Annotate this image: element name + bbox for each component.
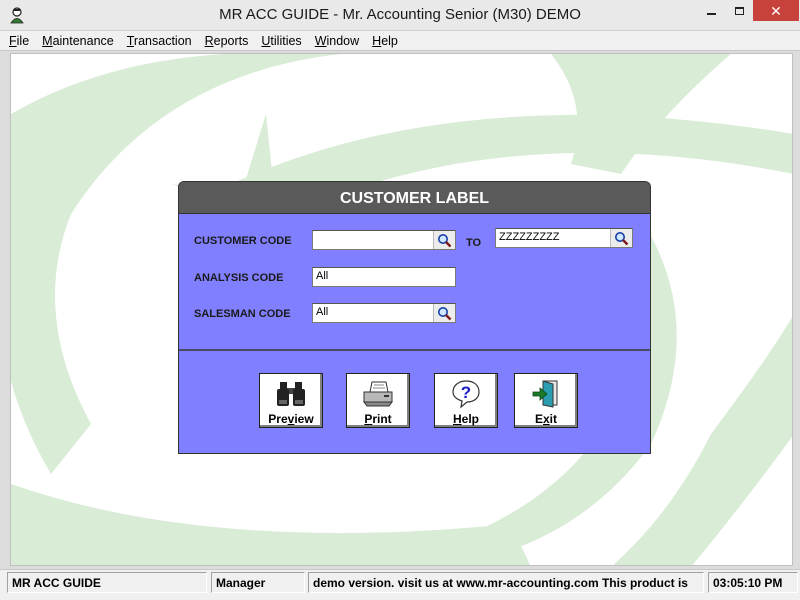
- preview-label: Preview: [268, 412, 314, 426]
- minimize-button[interactable]: [697, 0, 725, 21]
- salesman-code-value: All: [316, 306, 329, 318]
- menu-accel: R: [204, 33, 214, 48]
- magnifier-icon: [438, 306, 452, 320]
- analysis-code-field[interactable]: All: [312, 267, 456, 287]
- help-icon: ?: [452, 380, 480, 409]
- close-icon: ✕: [770, 2, 782, 19]
- salesman-code-label: SALESMAN CODE: [194, 308, 291, 320]
- customer-code-to-field[interactable]: ZZZZZZZZZ: [495, 228, 633, 248]
- analysis-code-label: ANALYSIS CODE: [194, 272, 284, 284]
- dialog-title: CUSTOMER LABEL: [179, 182, 650, 214]
- menu-label: elp: [381, 33, 398, 48]
- close-button[interactable]: ✕: [753, 0, 799, 21]
- salesman-code-field[interactable]: All: [312, 303, 456, 323]
- menu-bar: File Maintenance Transaction Reports Uti…: [0, 31, 800, 51]
- menu-utilities[interactable]: Utilities: [261, 34, 301, 48]
- menu-maintenance[interactable]: Maintenance: [42, 34, 114, 48]
- print-label: Print: [364, 412, 392, 426]
- window-title: MR ACC GUIDE - Mr. Accounting Senior (M3…: [219, 6, 581, 23]
- menu-help[interactable]: Help: [372, 34, 398, 48]
- print-button[interactable]: Print: [346, 373, 410, 428]
- menu-accel: M: [42, 33, 53, 48]
- exit-label: Exit: [534, 412, 558, 426]
- menu-file[interactable]: File: [9, 34, 29, 48]
- magnifier-icon: [615, 231, 629, 245]
- magnifier-icon: [438, 233, 452, 247]
- customer-label-dialog: CUSTOMER LABEL CUSTOMER CODE TO ZZZZZZZZ…: [178, 181, 651, 454]
- customer-code-from-field[interactable]: [312, 230, 456, 250]
- exit-door-icon: [532, 380, 558, 408]
- customer-code-label: CUSTOMER CODE: [194, 235, 292, 247]
- customer-code-to-lookup-button[interactable]: [610, 229, 632, 247]
- menu-label: ransaction: [133, 33, 192, 48]
- menu-label: indow: [326, 33, 360, 48]
- to-label: TO: [466, 237, 482, 249]
- menu-label: eports: [213, 33, 249, 48]
- menu-label: ile: [16, 33, 30, 48]
- svg-text:?: ?: [461, 383, 471, 402]
- maximize-button[interactable]: [725, 0, 753, 21]
- status-message: demo version. visit us at www.mr-account…: [308, 572, 704, 593]
- binoculars-icon: [277, 382, 305, 406]
- customer-code-from-lookup-button[interactable]: [433, 231, 455, 249]
- status-bar: MR ACC GUIDE Manager demo version. visit…: [0, 569, 800, 600]
- maximize-icon: [734, 6, 744, 15]
- help-label: Help: [452, 412, 479, 426]
- salesman-code-lookup-button[interactable]: [433, 304, 455, 322]
- status-clock: 03:05:10 PM: [708, 572, 798, 593]
- menu-window[interactable]: Window: [315, 34, 359, 48]
- menu-accel: F: [9, 33, 17, 48]
- status-user: Manager: [211, 572, 305, 593]
- analysis-code-value: All: [316, 270, 329, 282]
- customer-code-to-value: ZZZZZZZZZ: [499, 231, 560, 243]
- menu-label: aintenance: [52, 33, 114, 48]
- menu-reports[interactable]: Reports: [205, 34, 249, 48]
- menu-transaction[interactable]: Transaction: [127, 34, 192, 48]
- minimize-icon: [706, 12, 716, 15]
- help-button[interactable]: ? Help: [434, 373, 498, 428]
- status-app-name: MR ACC GUIDE: [7, 572, 207, 593]
- exit-button[interactable]: Exit: [514, 373, 578, 428]
- menu-accel: H: [372, 33, 382, 48]
- menu-accel: T: [126, 33, 134, 48]
- title-bar[interactable]: MR ACC GUIDE - Mr. Accounting Senior (M3…: [0, 0, 800, 31]
- preview-button[interactable]: Preview: [259, 373, 323, 428]
- dialog-separator: [179, 349, 650, 351]
- menu-accel: W: [314, 33, 327, 48]
- printer-icon: [363, 381, 393, 407]
- customer-code-from-input[interactable]: [316, 233, 452, 245]
- menu-label: tilities: [270, 33, 302, 48]
